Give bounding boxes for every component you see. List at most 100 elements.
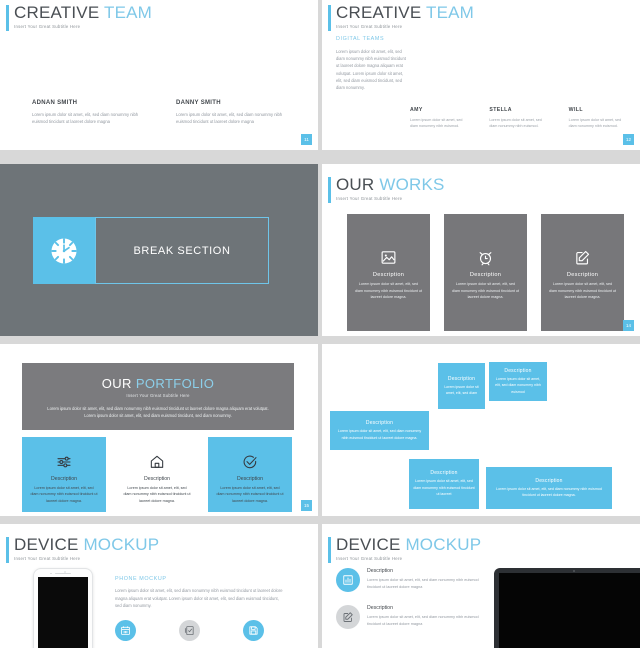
title-dark: OUR — [336, 175, 375, 194]
card-description: Lorem ipsum dolor sit amet, elit, sed di… — [216, 486, 284, 503]
title-dark: OUR — [101, 376, 132, 391]
title-light: TEAM — [103, 3, 153, 22]
description-box[interactable]: Description Lorem ipsum dolor sit amet, … — [489, 362, 547, 401]
page-number-badge: 14 — [623, 320, 634, 331]
section-title: PHONE MOCKUP — [115, 576, 167, 582]
person-description: Lorem ipsum dolor sit amet, sed diam non… — [410, 118, 463, 128]
row-title: Description — [367, 568, 393, 574]
box-description: Lorem ipsum dolor sit amet, elit, sed di… — [413, 479, 475, 497]
laptop-screen — [499, 573, 640, 648]
works-card-row: Description Lorem ipsum dolor sit amet, … — [347, 214, 624, 331]
laptop-camera — [573, 570, 575, 572]
box-title: Description — [365, 420, 394, 427]
box-title: Description — [447, 375, 476, 382]
description-box[interactable]: Description Lorem ipsum dolor sit amet, … — [409, 459, 479, 509]
work-card[interactable]: Description Lorem ipsum dolor sit amet, … — [347, 214, 430, 331]
header-accent-bar — [6, 537, 9, 563]
box-title: Description — [535, 477, 563, 484]
row-description: Lorem ipsum dolor sit amet, elit, sed di… — [367, 615, 479, 626]
card-description: Lorem ipsum dolor sit amet, elit, sed di… — [123, 486, 191, 503]
pencil-square-icon — [336, 605, 360, 629]
title-dark: DEVICE — [336, 535, 401, 554]
work-card[interactable]: Description Lorem ipsum dolor sit amet, … — [541, 214, 624, 331]
card-title: Description — [372, 272, 405, 278]
slide-header: DEVICE MOCKUP Insert Your Great Subtitle… — [6, 536, 159, 563]
slide-our-works[interactable]: OUR WORKS Insert Your Great Subtitle Her… — [322, 164, 640, 336]
description-box[interactable]: Description Lorem ipsum dolor sit amet, … — [438, 363, 485, 409]
list-item[interactable]: DANNY SMITH Lorem ipsum dolor sit amet, … — [176, 100, 294, 125]
person-description: Lorem ipsum dolor sit amet, sed diam non… — [568, 118, 622, 128]
description-box[interactable]: Description Lorem ipsum dolor sit amet, … — [486, 467, 612, 509]
page-title: OUR WORKS — [336, 176, 445, 194]
card-description: Lorem ipsum dolor sit amet, elit, sed di… — [30, 486, 98, 503]
page-title: DEVICE MOCKUP — [336, 536, 481, 554]
section-body: Lorem ipsum dolor sit amet, elit, sed di… — [115, 588, 283, 609]
slide-thumbnail-grid: CREATIVE TEAM Insert Your Great Subtitle… — [0, 0, 640, 648]
image-icon — [380, 246, 397, 268]
list-item[interactable]: Description Lorem ipsum dolor sit amet, … — [336, 605, 486, 629]
phone-mockup — [33, 568, 93, 648]
feature-row-list: Description Lorem ipsum dolor sit amet, … — [336, 568, 486, 642]
slide-header: CREATIVE TEAM Insert Your Great Subtitle… — [328, 3, 474, 31]
list-item[interactable]: WILL Lorem ipsum dolor sit amet, sed dia… — [569, 107, 630, 129]
person-name: AMY — [410, 107, 423, 113]
slide-creative-team-2[interactable]: CREATIVE TEAM Insert Your Great Subtitle… — [0, 0, 318, 150]
break-section-label: BREAK SECTION — [95, 217, 269, 284]
row-title: Description — [367, 605, 393, 611]
card-description: Lorem ipsum dolor sit amet, elit, sed di… — [354, 282, 423, 300]
page-title: DEVICE MOCKUP — [14, 536, 159, 554]
list-item[interactable]: ADNAN SMITH Lorem ipsum dolor sit amet, … — [32, 100, 150, 125]
header-accent-bar — [6, 5, 9, 31]
title-dark: CREATIVE — [336, 3, 422, 22]
list-item[interactable]: AMY Lorem ipsum dolor sit amet, sed diam… — [410, 107, 471, 129]
page-number-badge: 12 — [623, 134, 634, 145]
break-banner: BREAK SECTION — [33, 217, 269, 284]
page-title: OUR PORTFOLIO — [102, 376, 215, 391]
work-card[interactable]: Description Lorem ipsum dolor sit amet, … — [444, 214, 527, 331]
floppy-save-icon[interactable] — [243, 620, 264, 641]
card-description: Lorem ipsum dolor sit amet, elit, sed di… — [451, 282, 520, 300]
slide-our-portfolio[interactable]: OUR PORTFOLIO Insert Your Great Subtitle… — [0, 344, 318, 516]
list-item[interactable]: STELLA Lorem ipsum dolor sit amet, sed d… — [489, 107, 550, 129]
person-name: WILL — [568, 107, 583, 113]
list-item[interactable]: Description Lorem ipsum dolor sit amet, … — [336, 568, 486, 592]
slide-header: CREATIVE TEAM Insert Your Great Subtitle… — [6, 4, 152, 31]
portfolio-card[interactable]: Description Lorem ipsum dolor sit amet, … — [22, 437, 106, 512]
row-description: Lorem ipsum dolor sit amet, elit, sed di… — [367, 578, 479, 589]
slide-break-section[interactable]: BREAK SECTION — [0, 164, 318, 336]
box-description: Lorem ipsum dolor sit amet, elit, sed di… — [337, 429, 422, 440]
digital-teams-block: DIGITAL TEAMS Lorem ipsum dolor sit amet… — [336, 36, 408, 91]
box-title: Description — [504, 367, 532, 374]
page-number-badge: 11 — [301, 134, 312, 145]
portfolio-card-row: Description Lorem ipsum dolor sit amet, … — [22, 437, 292, 512]
page-subtitle: Insert Your Great Subtitle Here — [336, 196, 403, 201]
people-list: AMY Lorem ipsum dolor sit amet, sed diam… — [410, 107, 630, 129]
check-circle-icon — [242, 452, 258, 472]
clipboard-check-icon[interactable] — [179, 620, 200, 641]
slide-header: OUR WORKS Insert Your Great Subtitle Her… — [328, 176, 445, 203]
slide-scatter-boxes[interactable]: Description Lorem ipsum dolor sit amet, … — [322, 344, 640, 516]
title-light: WORKS — [379, 175, 445, 194]
slide-device-mockup-laptop[interactable]: DEVICE MOCKUP Insert Your Great Subtitle… — [322, 524, 640, 648]
card-title: Description — [51, 476, 77, 482]
slide-creative-team-3[interactable]: CREATIVE TEAM Insert Your Great Subtitle… — [322, 0, 640, 150]
portfolio-card[interactable]: Description Lorem ipsum dolor sit amet, … — [115, 437, 199, 512]
person-name: ADNAN SMITH — [32, 100, 78, 106]
portfolio-card[interactable]: Description Lorem ipsum dolor sit amet, … — [208, 437, 292, 512]
slide-device-mockup-phone[interactable]: DEVICE MOCKUP Insert Your Great Subtitle… — [0, 524, 318, 648]
page-subtitle: Insert Your Great Subtitle Here — [14, 556, 81, 561]
card-title: Description — [144, 476, 170, 482]
title-light: MOCKUP — [405, 535, 482, 554]
phone-screen — [38, 577, 88, 648]
page-title: CREATIVE TEAM — [14, 4, 152, 22]
person-name: DANNY SMITH — [176, 100, 221, 106]
laptop-mockup — [494, 568, 640, 648]
person-description: Lorem ipsum dolor sit amet, elit, sed di… — [32, 112, 139, 124]
header-accent-bar — [328, 5, 331, 31]
calendar-icon[interactable] — [115, 620, 136, 641]
home-icon — [149, 452, 165, 472]
description-box[interactable]: Description Lorem ipsum dolor sit amet, … — [330, 411, 429, 450]
box-title: Description — [430, 470, 458, 477]
phone-speaker — [55, 572, 71, 575]
title-light: MOCKUP — [83, 535, 160, 554]
